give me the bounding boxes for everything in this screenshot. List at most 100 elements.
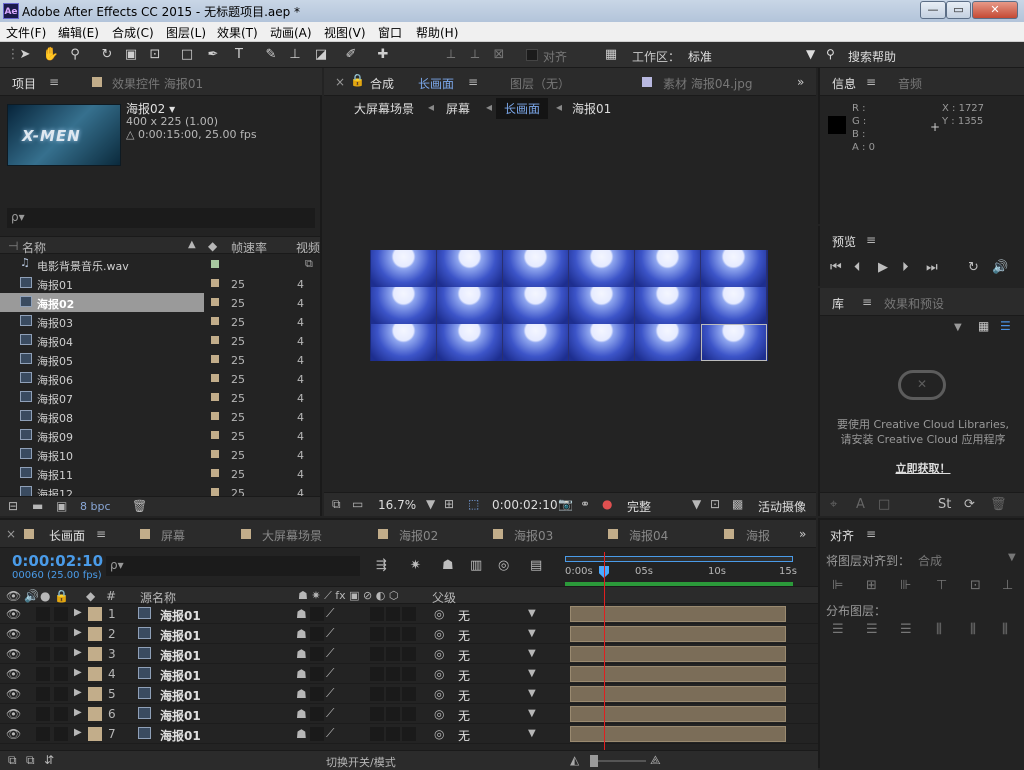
align-to-value[interactable]: 合成: [918, 552, 942, 569]
quality-icon[interactable]: ⟋: [326, 706, 334, 721]
label-color[interactable]: [88, 607, 102, 621]
list-item[interactable]: 海报09 25 4: [0, 426, 318, 445]
shy-icon[interactable]: ☗: [296, 727, 307, 741]
tab-timeline[interactable]: 海报02: [399, 527, 438, 544]
lock-toggle[interactable]: [54, 727, 68, 741]
selected-layer-bounds[interactable]: [701, 324, 767, 361]
workspace-dropdown-icon[interactable]: ▼: [806, 47, 815, 61]
parent-dropdown-icon[interactable]: ▼: [528, 648, 536, 659]
transparency-grid-icon[interactable]: ⬚: [468, 497, 479, 511]
zoom-level[interactable]: 16.7%: [378, 498, 416, 512]
align-to-dropdown-icon[interactable]: ▼: [1008, 552, 1016, 563]
shy-layers-icon[interactable]: ☗: [442, 558, 454, 573]
motion-blur-toggle[interactable]: [370, 687, 384, 701]
new-composition-icon[interactable]: ▣: [56, 499, 67, 513]
motion-blur-toggle[interactable]: [370, 727, 384, 741]
draft-3d-icon[interactable]: ✷: [410, 558, 421, 573]
quality-icon[interactable]: ⟋: [326, 666, 334, 681]
layer-row[interactable]: 👁 ▶ 5 海报01 ☗ ⟋ ◎ 无 ▼: [0, 684, 818, 704]
3d-layer-toggle[interactable]: [402, 607, 416, 621]
col-name[interactable]: 名称: [22, 239, 46, 256]
close-tab-icon[interactable]: ×: [6, 527, 16, 541]
expand-switches-icon[interactable]: ⧉: [26, 753, 35, 768]
channels-icon[interactable]: ●: [602, 497, 612, 511]
tab-audio[interactable]: 音频: [898, 75, 922, 92]
motion-blur-toggle[interactable]: [370, 647, 384, 661]
play-icon[interactable]: ▶: [878, 260, 888, 275]
visibility-icon[interactable]: 👁: [6, 607, 21, 621]
tab-timeline[interactable]: 海报04: [629, 527, 668, 544]
expand-arrow-icon[interactable]: ▶: [74, 667, 82, 678]
layer-row[interactable]: 👁 ▶ 3 海报01 ☗ ⟋ ◎ 无 ▼: [0, 644, 818, 664]
timeline-current-time[interactable]: 0:00:02:10: [12, 552, 103, 570]
current-time[interactable]: 0:00:02:10: [492, 498, 558, 512]
maximize-button[interactable]: ▭: [946, 1, 971, 19]
panel-menu-icon[interactable]: ≡: [866, 233, 876, 247]
layer-duration-bar[interactable]: [570, 646, 786, 662]
tab-timeline[interactable]: 海报03: [514, 527, 553, 544]
visibility-icon[interactable]: 👁: [6, 687, 21, 701]
zoom-slider-handle[interactable]: [590, 755, 598, 767]
collapse-toggle[interactable]: [310, 627, 324, 641]
col-video[interactable]: 视频: [296, 239, 320, 256]
distribute-bottom-icon[interactable]: ☰: [900, 622, 912, 637]
expand-arrow-icon[interactable]: ▶: [74, 607, 82, 618]
parent-value[interactable]: 无: [458, 647, 470, 664]
parent-dropdown-icon[interactable]: ▼: [528, 728, 536, 739]
pick-whip-icon[interactable]: ◎: [434, 707, 444, 721]
pick-whip-icon[interactable]: ◎: [434, 627, 444, 641]
layer-row[interactable]: 👁 ▶ 4 海报01 ☗ ⟋ ◎ 无 ▼: [0, 664, 818, 684]
quality-icon[interactable]: ⟋: [326, 726, 334, 741]
pick-whip-icon[interactable]: ◎: [434, 727, 444, 741]
add-graphic-icon[interactable]: ⌖: [830, 497, 837, 512]
layer-duration-bar[interactable]: [570, 626, 786, 642]
panel-menu-icon[interactable]: ≡: [468, 75, 478, 89]
layer-row[interactable]: 👁 ▶ 6 海报01 ☗ ⟋ ◎ 无 ▼: [0, 704, 818, 724]
always-preview-icon[interactable]: ⧉: [332, 497, 341, 512]
tab-timeline[interactable]: 大屏幕场景: [262, 527, 322, 544]
zoom-tool-icon[interactable]: ⚲: [66, 46, 84, 64]
close-tab-icon[interactable]: ×: [335, 75, 345, 89]
expand-arrow-icon[interactable]: ▶: [74, 647, 82, 658]
collapse-toggle[interactable]: [310, 667, 324, 681]
quality-icon[interactable]: ⟋: [326, 646, 334, 661]
zoom-in-icon[interactable]: ⟁: [650, 753, 661, 768]
visibility-icon[interactable]: 👁: [6, 727, 21, 741]
rectangle-tool-icon[interactable]: □: [178, 46, 196, 64]
project-search-input[interactable]: ρ▾: [7, 208, 315, 228]
toggle-grid-icon[interactable]: ▩: [732, 497, 743, 511]
time-ruler[interactable]: 0:00s 05s 10s 15s: [565, 552, 797, 586]
distribute-hcenter-icon[interactable]: ⫼: [970, 622, 976, 637]
menu-animation[interactable]: 动画(A): [270, 24, 312, 41]
adjustment-toggle[interactable]: [386, 727, 400, 741]
adjustment-toggle[interactable]: [386, 607, 400, 621]
lock-toggle[interactable]: [54, 707, 68, 721]
previous-frame-icon[interactable]: ⏴: [854, 260, 861, 275]
resolution[interactable]: 完整: [627, 498, 651, 515]
snapshot-icon[interactable]: 📷: [558, 497, 573, 511]
label-tag-icon[interactable]: ◆: [208, 239, 217, 253]
show-snapshot-icon[interactable]: ⚭: [580, 497, 590, 511]
expand-arrow-icon[interactable]: ▶: [74, 627, 82, 638]
parent-value[interactable]: 无: [458, 607, 470, 624]
pick-whip-icon[interactable]: ◎: [434, 607, 444, 621]
search-help-input[interactable]: 搜索帮助: [848, 48, 896, 65]
list-item[interactable]: 海报04 25 4: [0, 331, 318, 350]
breadcrumb-item[interactable]: 大屏幕场景: [354, 100, 414, 117]
visibility-icon[interactable]: 👁: [6, 667, 21, 681]
3d-layer-toggle[interactable]: [402, 707, 416, 721]
resolution-dropdown-icon[interactable]: ▼: [692, 497, 701, 511]
3d-layer-toggle[interactable]: [402, 687, 416, 701]
work-area-bar[interactable]: [565, 556, 793, 562]
tab-preview[interactable]: 预览: [832, 233, 856, 250]
tab-footage[interactable]: 素材 海报04.jpg: [663, 75, 752, 92]
3d-layer-toggle[interactable]: [402, 627, 416, 641]
tab-timeline[interactable]: 屏幕: [161, 527, 185, 544]
tab-timeline-active[interactable]: 长画面: [49, 527, 85, 544]
zoom-dropdown-icon[interactable]: ▼: [426, 497, 435, 511]
next-frame-icon[interactable]: ⏵: [902, 260, 909, 275]
pick-whip-icon[interactable]: ◎: [434, 687, 444, 701]
list-view-icon[interactable]: ☰: [1000, 319, 1011, 333]
expand-arrow-icon[interactable]: ▶: [74, 707, 82, 718]
tab-timeline[interactable]: 海报: [746, 527, 770, 544]
